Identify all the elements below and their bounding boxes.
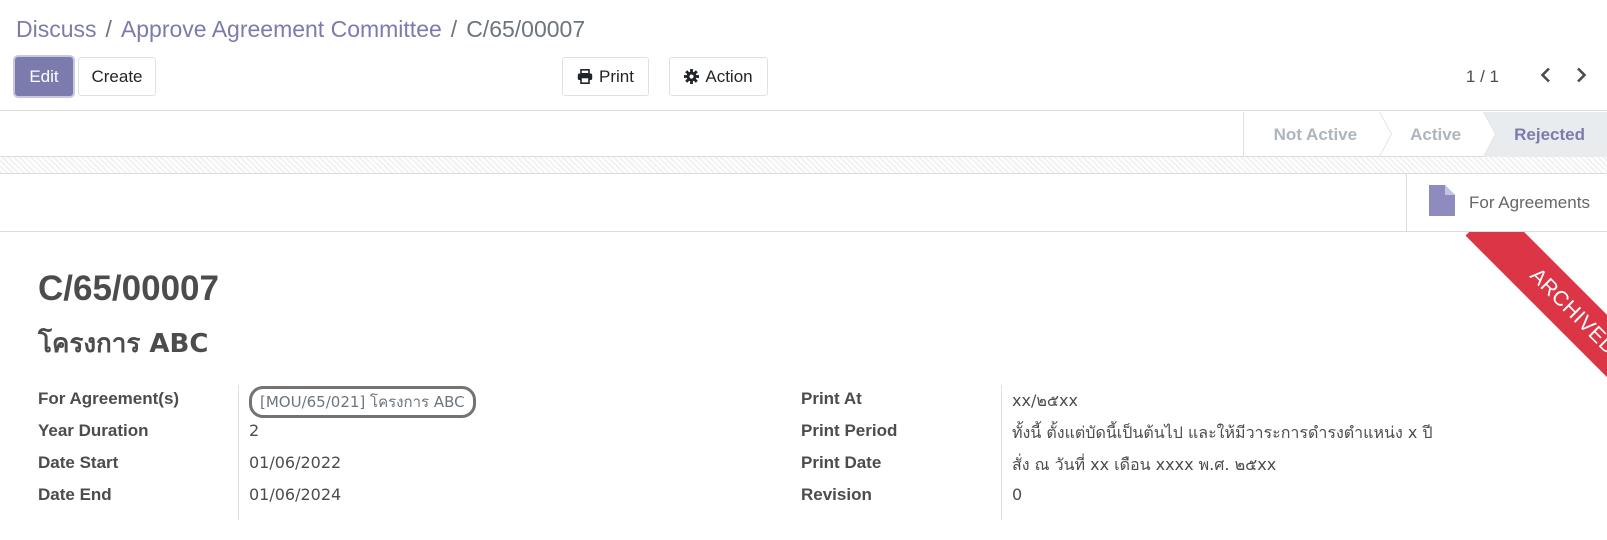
field-row-print-at: Print At xx/๒๕xx xyxy=(801,385,1561,417)
field-group-left: For Agreement(s) [MOU/65/021] โครงการ AB… xyxy=(38,385,738,520)
record-subtitle: โครงการ ABC xyxy=(38,329,209,359)
field-group-right: Print At xx/๒๕xx Print Period ทั้งนี้ ตั… xyxy=(801,385,1561,520)
field-row-revision: Revision 0 xyxy=(801,481,1561,513)
status-step-active[interactable]: Active xyxy=(1379,112,1497,157)
status-steps: Not Active Active Rejected xyxy=(1242,112,1607,157)
field-row-print-date: Print Date สั่ง ณ วันที่ xx เดือน xxxx พ… xyxy=(801,449,1561,481)
chevron-right-icon xyxy=(1576,67,1587,87)
field-value: 2 xyxy=(249,421,260,440)
create-button-label: Create xyxy=(91,66,143,86)
action-button[interactable]: Action xyxy=(669,57,768,96)
field-value: 01/06/2022 xyxy=(249,453,342,472)
status-step-rejected[interactable]: Rejected xyxy=(1483,112,1607,157)
sheet-background xyxy=(0,157,1607,174)
field-value: สั่ง ณ วันที่ xx เดือน xxxx พ.ศ. ๒๕xx xyxy=(1012,455,1277,474)
form-sheet: For Agreements ARCHIVED C/65/00007 โครงก… xyxy=(0,174,1607,540)
statusbar: Not Active Active Rejected xyxy=(0,112,1607,157)
breadcrumb-item-approve-agreement-committee[interactable]: Approve Agreement Committee xyxy=(121,16,442,42)
pager: 1 / 1 xyxy=(1466,57,1607,96)
file-icon xyxy=(1429,185,1455,221)
status-step-label: Active xyxy=(1410,124,1462,144)
field-label: Revision xyxy=(801,485,872,504)
record-name: C/65/00007 xyxy=(38,269,219,308)
pager-next-button[interactable] xyxy=(1563,57,1599,96)
pager-value[interactable]: 1 / 1 xyxy=(1466,67,1499,87)
edit-button[interactable]: Edit xyxy=(15,57,73,96)
field-value: ทั้งนี้ ตั้งแต่บัดนี้เป็นต้นไป และให้มีว… xyxy=(1012,423,1433,442)
status-step-label: Rejected xyxy=(1514,124,1585,144)
edit-button-label: Edit xyxy=(29,66,59,86)
field-label: For Agreement(s) xyxy=(38,389,180,408)
field-value: xx/๒๕xx xyxy=(1012,391,1078,410)
status-step-not-active[interactable]: Not Active xyxy=(1242,112,1393,157)
breadcrumb-separator: / xyxy=(450,16,458,42)
action-button-label: Action xyxy=(705,66,753,86)
pager-previous-button[interactable] xyxy=(1527,57,1563,96)
field-row-year-duration: Year Duration 2 xyxy=(38,417,738,449)
for-agreements-smart-button[interactable]: For Agreements xyxy=(1406,174,1607,232)
gear-icon xyxy=(684,69,700,84)
field-row-print-period: Print Period ทั้งนี้ ตั้งแต่บัดนี้เป็นต้… xyxy=(801,417,1561,449)
field-row-for-agreements: For Agreement(s) [MOU/65/021] โครงการ AB… xyxy=(38,385,738,418)
field-label: Print Date xyxy=(801,453,882,472)
field-value: 01/06/2024 xyxy=(249,485,342,504)
breadcrumb-current: C/65/00007 xyxy=(466,16,586,42)
button-box: For Agreements xyxy=(0,174,1607,232)
create-button[interactable]: Create xyxy=(78,57,156,96)
smart-button-label: For Agreements xyxy=(1469,193,1590,212)
field-label: Print At xyxy=(801,389,862,408)
print-icon xyxy=(577,69,593,84)
breadcrumb-item-discuss[interactable]: Discuss xyxy=(16,16,97,42)
field-label: Date Start xyxy=(38,453,119,472)
field-row-date-start: Date Start 01/06/2022 xyxy=(38,449,738,481)
field-label: Year Duration xyxy=(38,421,149,440)
field-value: 0 xyxy=(1012,485,1023,504)
field-label: Date End xyxy=(38,485,112,504)
field-label: Print Period xyxy=(801,421,898,440)
field-value: [MOU/65/021] โครงการ ABC xyxy=(249,386,476,418)
print-button-label: Print xyxy=(599,66,634,86)
breadcrumb-separator: / xyxy=(105,16,112,42)
chevron-left-icon xyxy=(1540,67,1551,87)
print-button[interactable]: Print xyxy=(562,57,649,96)
field-row-date-end: Date End 01/06/2024 xyxy=(38,481,738,513)
status-step-label: Not Active xyxy=(1273,124,1358,144)
control-panel: Discuss / Approve Agreement Committee / C/65… xyxy=(0,0,1607,111)
breadcrumb: Discuss / Approve Agreement Committee / C/65… xyxy=(16,14,585,44)
agreement-tag[interactable]: [MOU/65/021] โครงการ ABC xyxy=(249,386,476,418)
